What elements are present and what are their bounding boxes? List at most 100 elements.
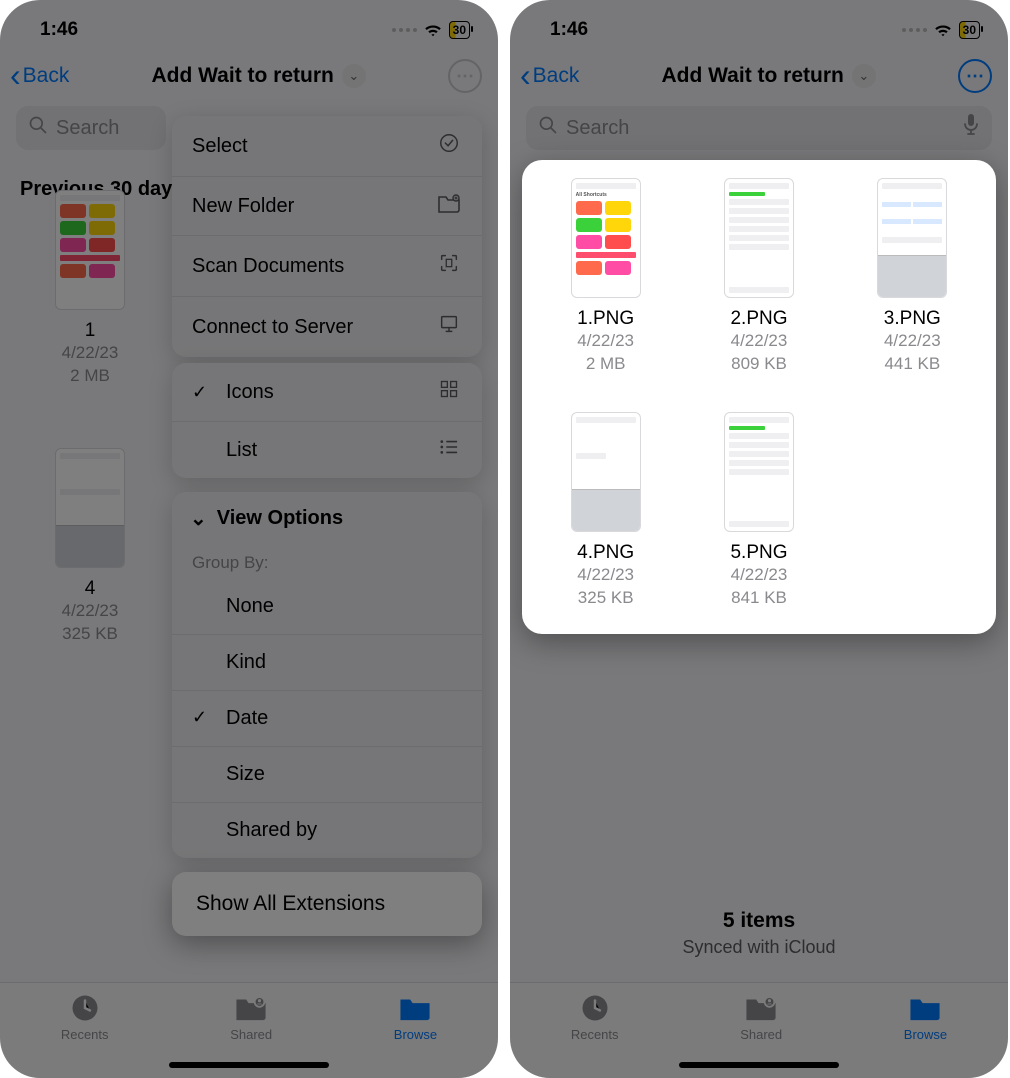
menu-group-none[interactable]: None [172,579,482,635]
file-date: 4/22/23 [62,342,119,365]
file-size: 809 KB [731,353,787,376]
title-chevron-icon[interactable]: ⌄ [852,64,876,88]
status-bar: 1:46 30 [510,0,1008,50]
phone-right: 1:46 30 ‹ Back Add Wait to return ⌄ ⋯ [510,0,1008,1078]
context-menu: Select New Folder Scan Documents Connect… [172,116,482,936]
file-name: 3.PNG [884,308,941,330]
select-icon [436,132,462,160]
item-count: 5 items [510,909,1008,933]
home-indicator[interactable] [169,1062,329,1068]
chevron-left-icon: ‹ [10,66,21,85]
back-label: Back [23,64,70,88]
more-button[interactable]: ⋯ [958,59,992,93]
file-grid: All Shortcuts 1.PNG 4/22/23 2 MB 2.PNG 4… [522,160,996,634]
status-bar: 1:46 30 [0,0,498,50]
file-size: 2 MB [586,353,626,376]
search-field[interactable] [526,106,992,150]
file-size: 841 KB [731,587,787,610]
back-button[interactable]: ‹ Back [520,64,579,88]
search-input[interactable] [566,117,954,140]
menu-group-shared-by[interactable]: Shared by [172,803,482,858]
nav-bar: ‹ Back Add Wait to return ⌄ ⋯ [510,50,1008,106]
sync-status: Synced with iCloud [510,937,1008,958]
menu-group-size[interactable]: Size [172,747,482,803]
clock-icon [68,993,102,1023]
file-name: 1.PNG [577,308,634,330]
cellular-icon [902,28,927,32]
menu-view-icons[interactable]: ✓ Icons [172,363,482,422]
chevron-down-icon: ⌄ [190,506,207,531]
shared-folder-icon [234,993,268,1023]
tab-browse[interactable]: Browse [394,993,437,1042]
file-thumbnail [55,448,125,568]
scan-icon [436,252,462,280]
menu-group-date[interactable]: ✓Date [172,691,482,747]
new-folder-icon [436,193,462,219]
back-button[interactable]: ‹ Back [10,64,69,88]
nav-bar: ‹ Back Add Wait to return ⌄ ⋯ [0,50,498,106]
tab-recents[interactable]: Recents [61,993,109,1042]
menu-scan-documents[interactable]: Scan Documents [172,236,482,297]
mic-icon[interactable] [962,113,980,143]
file-date: 4/22/23 [62,600,119,623]
file-item[interactable]: 4 4/22/23 325 KB [20,448,160,646]
wifi-icon [423,23,443,37]
search-icon [28,115,48,141]
file-name: 4 [85,578,96,600]
search-field[interactable] [16,106,166,150]
file-name: 4.PNG [577,542,634,564]
tab-shared[interactable]: Shared [230,993,272,1042]
list-icon [436,438,462,462]
page-title: Add Wait to return [151,64,333,88]
file-size: 325 KB [578,587,634,610]
tab-recents[interactable]: Recents [571,993,619,1042]
file-size: 325 KB [62,623,118,646]
file-date: 4/22/23 [577,330,634,353]
file-date: 4/22/23 [884,330,941,353]
file-name: 1 [85,320,96,342]
title-chevron-icon[interactable]: ⌄ [342,64,366,88]
folder-icon [398,993,432,1023]
file-name: 5.PNG [730,542,787,564]
chevron-left-icon: ‹ [520,66,531,85]
checkmark-icon: ✓ [192,382,214,403]
folder-icon [908,993,942,1023]
status-time: 1:46 [550,19,588,41]
file-item[interactable]: 3.PNG 4/22/23 441 KB [841,178,984,376]
file-date: 4/22/23 [731,330,788,353]
home-indicator[interactable] [679,1062,839,1068]
menu-view-options-header[interactable]: ⌄ View Options [172,492,482,545]
tab-shared[interactable]: Shared [740,993,782,1042]
file-thumbnail [877,178,947,298]
checkmark-icon: ✓ [192,707,214,730]
menu-view-list[interactable]: List [172,422,482,478]
page-title: Add Wait to return [661,64,843,88]
file-thumbnail [724,178,794,298]
menu-connect-server[interactable]: Connect to Server [172,297,482,357]
file-item[interactable]: 5.PNG 4/22/23 841 KB [687,412,830,610]
battery-icon: 30 [959,21,980,39]
file-date: 4/22/23 [577,564,634,587]
grid-icon [436,379,462,405]
file-item[interactable]: All Shortcuts 1.PNG 4/22/23 2 MB [534,178,677,376]
more-button[interactable]: ⋯ [448,59,482,93]
menu-select[interactable]: Select [172,116,482,177]
file-thumbnail [571,412,641,532]
menu-group-kind[interactable]: Kind [172,635,482,691]
file-thumbnail: All Shortcuts [571,178,641,298]
file-thumbnail [55,190,125,310]
tab-browse[interactable]: Browse [904,993,947,1042]
back-label: Back [533,64,580,88]
status-time: 1:46 [40,19,78,41]
file-name: 2.PNG [730,308,787,330]
cellular-icon [392,28,417,32]
file-item[interactable]: 2.PNG 4/22/23 809 KB [687,178,830,376]
file-thumbnail [724,412,794,532]
file-item[interactable]: 4.PNG 4/22/23 325 KB [534,412,677,610]
summary: 5 items Synced with iCloud [510,909,1008,958]
file-item[interactable]: 1 4/22/23 2 MB [20,190,160,388]
file-size: 441 KB [884,353,940,376]
search-icon [538,115,558,141]
menu-new-folder[interactable]: New Folder [172,177,482,236]
menu-show-all-extensions[interactable]: Show All Extensions [172,872,482,936]
